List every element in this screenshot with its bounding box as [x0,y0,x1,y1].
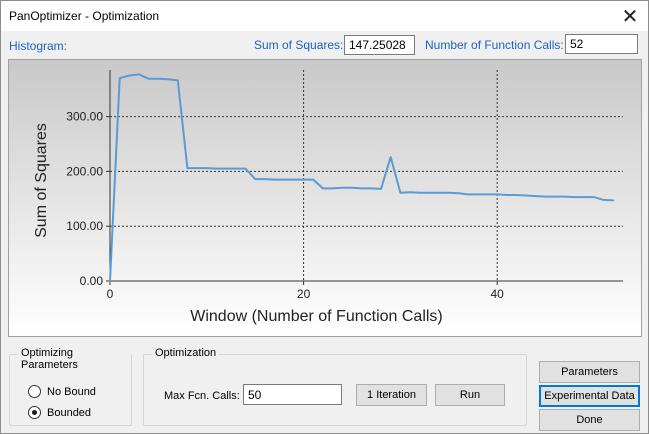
x-tick-label: 0 [107,287,114,301]
data-point [467,193,469,196]
data-point [235,167,237,170]
y-tick-label: 200.00 [66,164,103,178]
function-calls-field[interactable] [565,34,638,54]
x-tick-label: 20 [297,287,311,301]
bounded-label: Bounded [47,406,92,419]
data-point [341,187,344,189]
data-point [418,191,421,194]
data-point [525,194,528,197]
data-point [196,167,198,169]
data-point [331,187,334,190]
y-axis-title: Sum of Squares [33,123,50,238]
optimizing-parameters-title: Optimizing Parameters [18,347,131,371]
close-icon[interactable]: ✕ [612,1,648,31]
done-button[interactable]: Done [539,409,640,431]
data-point [225,167,227,170]
data-point [273,178,276,181]
run-button[interactable]: Run [435,384,505,406]
data-point [583,196,586,198]
data-point [186,167,189,169]
sum-of-squares-chart: 0.00 100.00 200.00 300.00 0 20 40 Window (Numbe… [8,59,642,337]
data-point [167,78,169,81]
function-calls-label: Number of Function Calls: [425,38,564,52]
data-point [447,191,450,194]
data-point [389,156,392,158]
data-point [515,194,518,196]
data-point [477,193,479,196]
data-point [118,77,121,80]
data-point [409,191,411,194]
optimization-window: PanOptimizer - Optimization ✕ Histogram:… [0,0,649,434]
title-bar: PanOptimizer - Optimization ✕ [1,1,648,31]
no-bound-radio[interactable] [28,385,41,398]
data-point [283,178,286,181]
data-point [573,196,576,198]
data-point [360,187,363,190]
data-point [399,191,402,194]
chart-svg: 0.00 100.00 200.00 300.00 0 20 40 Window (Numbe… [9,60,641,336]
data-point [506,194,508,196]
sum-of-squares-label: Sum of Squares: [254,38,344,52]
data-point [457,192,460,195]
data-point [351,187,353,189]
no-bound-label: No Bound [47,385,96,398]
x-tick-label: 40 [490,287,504,301]
data-point [486,193,489,196]
data-point [593,196,595,198]
data-point [554,195,557,198]
y-tick-label: 100.00 [66,219,103,233]
data-point [147,77,150,80]
data-point [370,187,373,190]
data-point [438,191,440,194]
data-point [302,178,305,181]
data-point [602,199,605,201]
data-point [157,77,160,80]
window-title: PanOptimizer - Optimization [9,9,160,23]
bounded-radio[interactable] [28,406,41,419]
optimizing-parameters-group: Optimizing Parameters No Bound Bounded [9,347,132,426]
sum-of-squares-field[interactable] [344,35,415,55]
data-point [535,195,537,197]
data-point [205,167,208,169]
y-tick-label: 0.00 [80,274,104,288]
data-point [244,167,247,170]
data-point [428,191,431,194]
parameters-button[interactable]: Parameters [539,361,640,383]
chart-background [9,60,641,336]
experimental-data-button[interactable]: Experimental Data [539,385,640,407]
data-point [254,178,256,180]
y-tick-label: 300.00 [66,110,103,124]
max-calls-field[interactable] [243,384,342,405]
data-point [215,167,218,170]
data-point [496,193,498,196]
data-point [176,79,179,82]
data-point [322,187,324,190]
no-bound-option[interactable]: No Bound [28,385,96,398]
data-point [264,178,266,180]
data-point [109,280,111,282]
x-axis-title: Window (Number of Function Calls) [190,308,443,325]
data-point [293,178,295,181]
optimization-title: Optimization [152,347,220,359]
data-point [380,188,382,190]
data-point [128,74,131,77]
one-iteration-button[interactable]: 1 Iteration [356,384,427,406]
data-point [612,199,615,202]
bounded-option[interactable]: Bounded [28,406,91,419]
data-point [564,195,566,198]
max-calls-label: Max Fcn. Calls: [164,390,240,402]
data-point [312,178,315,181]
data-point [138,73,140,76]
histogram-label: Histogram: [9,39,68,53]
data-point [544,195,547,198]
